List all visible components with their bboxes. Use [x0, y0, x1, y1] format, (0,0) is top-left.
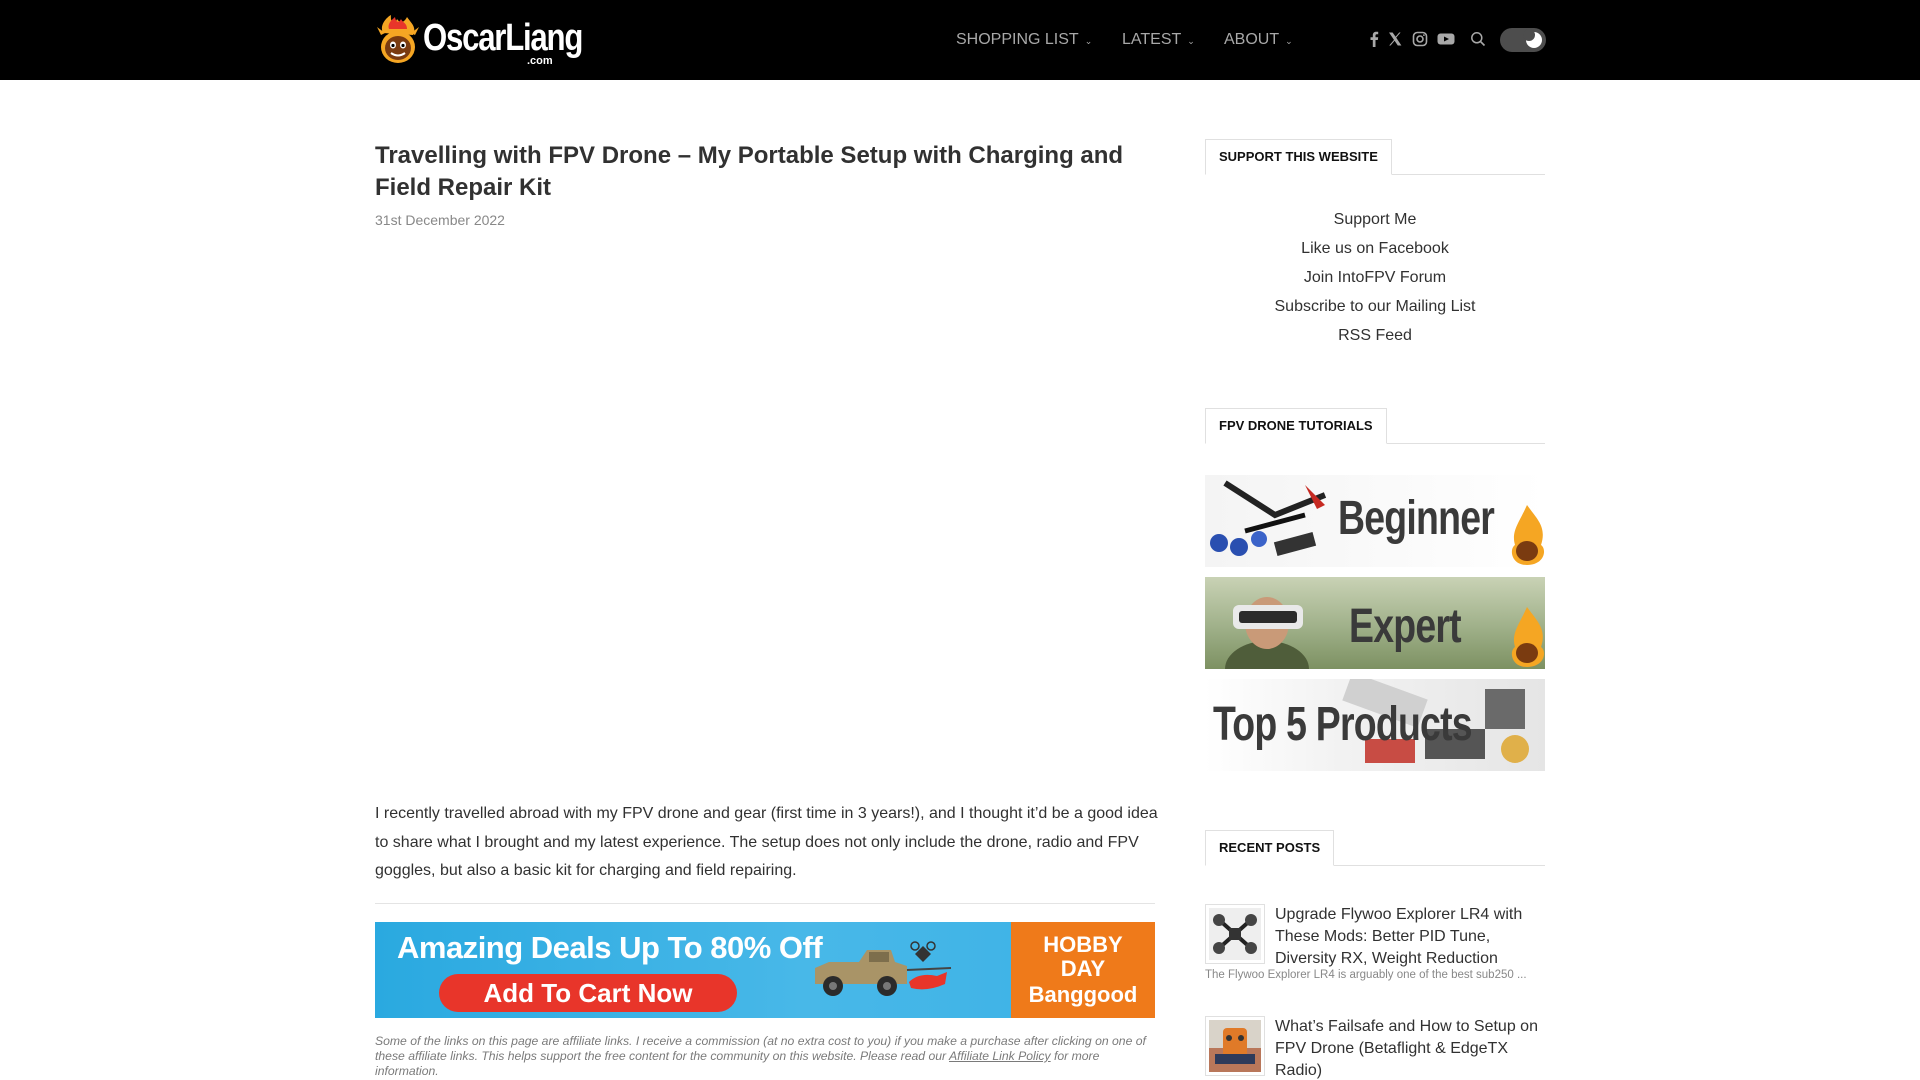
affiliate-policy-link[interactable]: Affiliate Link Policy	[949, 1049, 1051, 1063]
tutorial-top5-label: Top 5 Products	[1213, 698, 1473, 751]
nav-shopping-list[interactable]: SHOPPING LIST ⌄	[956, 31, 1092, 49]
banner-cta-button[interactable]: Add To Cart Now	[439, 974, 737, 1012]
intofpv-forum-link[interactable]: Join IntoFPV Forum	[1205, 263, 1545, 292]
recent-post-item[interactable]: What’s Failsafe and How to Setup on FPV …	[1205, 1016, 1545, 1080]
tutorial-beginner-label: Beginner	[1338, 492, 1495, 545]
facebook-like-link[interactable]: Like us on Facebook	[1205, 234, 1545, 263]
search-icon[interactable]	[1470, 31, 1486, 47]
post-date: 31st December 2022	[375, 212, 505, 228]
nav-label: ABOUT	[1224, 31, 1280, 48]
drone-parts-image	[1210, 480, 1327, 556]
widget-tutorials-title: FPV DRONE TUTORIALS	[1205, 408, 1387, 444]
banner-headline: Amazing Deals Up To 80% Off	[397, 930, 823, 965]
affiliate-disclaimer: Some of the links on this page are affil…	[375, 1034, 1155, 1079]
banner-cta-label: Add To Cart Now	[483, 978, 693, 1008]
nav-label: SHOPPING LIST	[956, 31, 1079, 48]
nav-about[interactable]: ABOUT ⌄	[1224, 31, 1293, 49]
banner-badge-line2: DAY	[1060, 956, 1106, 981]
widget-recent-header: RECENT POSTS	[1205, 830, 1545, 866]
tutorial-expert-label: Expert	[1349, 600, 1462, 653]
content-divider	[375, 903, 1155, 904]
chevron-down-icon: ⌄	[1187, 35, 1195, 46]
support-links: Support Me Like us on Facebook Join Into…	[1205, 205, 1545, 350]
widget-support-header: SUPPORT THIS WEBSITE	[1205, 139, 1545, 175]
support-me-link[interactable]: Support Me	[1205, 205, 1545, 234]
drone-thumbnail-image	[1209, 908, 1261, 960]
banner-brand: Banggood	[1028, 982, 1138, 1007]
tutorial-expert-banner[interactable]: Expert	[1205, 577, 1545, 669]
chevron-down-icon: ⌄	[1084, 35, 1093, 46]
post-title: Travelling with FPV Drone – My Portable …	[375, 142, 1124, 201]
banggood-ad-banner[interactable]: Amazing Deals Up To 80% Off Add To Cart …	[375, 922, 1155, 1018]
logo-suffix: .com	[527, 55, 553, 67]
widget-recent-title: RECENT POSTS	[1205, 830, 1335, 866]
pilot-goggles-image	[1225, 597, 1309, 669]
banner-badge: HOBBY DAY Banggood	[1011, 922, 1155, 1018]
site-logo[interactable]: OscarLiang .com	[375, 12, 617, 68]
instagram-icon[interactable]	[1412, 31, 1428, 47]
logo-mascot-icon	[377, 15, 419, 63]
tutorial-beginner-banner[interactable]: Beginner	[1205, 475, 1545, 567]
youtube-icon[interactable]	[1437, 31, 1455, 47]
post-intro: I recently travelled abroad with my FPV …	[375, 805, 1158, 879]
recent-post-title[interactable]: What’s Failsafe and How to Setup on FPV …	[1275, 1016, 1545, 1080]
recent-post-excerpt: The Flywoo Explorer LR4 is arguably one …	[1205, 969, 1527, 981]
dark-mode-toggle[interactable]	[1500, 28, 1546, 52]
banner-badge-line1: HOBBY	[1043, 932, 1123, 957]
recent-post-item[interactable]: Upgrade Flywoo Explorer LR4 with These M…	[1205, 904, 1545, 984]
rss-feed-link[interactable]: RSS Feed	[1205, 321, 1545, 350]
widget-tutorials-header: FPV DRONE TUTORIALS	[1205, 408, 1545, 444]
logo-text: OscarLiang	[423, 16, 583, 59]
facebook-icon[interactable]	[1366, 31, 1382, 47]
failsafe-thumbnail-image	[1209, 1020, 1261, 1072]
nav-latest[interactable]: LATEST ⌄	[1122, 31, 1195, 49]
x-icon[interactable]	[1387, 31, 1403, 47]
tutorial-top5-banner[interactable]: Top 5 Products	[1205, 679, 1545, 771]
recent-post-title[interactable]: Upgrade Flywoo Explorer LR4 with These M…	[1275, 904, 1545, 970]
jeep-helicopter-image	[815, 941, 952, 996]
chevron-down-icon: ⌄	[1285, 35, 1293, 46]
mascot-icon	[1511, 607, 1545, 667]
site-header: OscarLiang .com SHOPPING LIST ⌄ LATEST ⌄…	[0, 0, 1920, 80]
recent-post-thumbnail[interactable]	[1205, 904, 1265, 964]
nav-label: LATEST	[1122, 31, 1182, 48]
moon-icon	[1523, 29, 1542, 48]
recent-post-thumbnail[interactable]	[1205, 1016, 1265, 1076]
mailing-list-link[interactable]: Subscribe to our Mailing List	[1205, 292, 1545, 321]
widget-support-title: SUPPORT THIS WEBSITE	[1205, 139, 1392, 175]
mascot-icon	[1511, 505, 1545, 565]
